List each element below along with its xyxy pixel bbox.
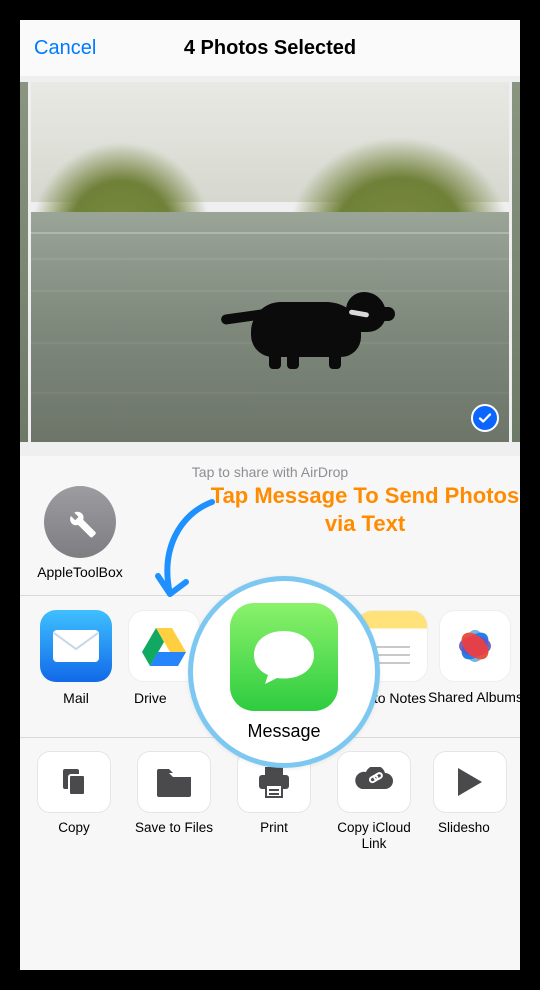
cloud-link-icon (338, 752, 410, 812)
message-label: Message (247, 721, 320, 742)
airdrop-contact-label: AppleToolBox (30, 564, 130, 580)
annotation-callout: Tap Message To Send Photos via Text (210, 482, 520, 537)
screen: Cancel 4 Photos Selected (20, 20, 520, 970)
folder-icon (138, 752, 210, 812)
photos-icon (439, 610, 511, 682)
action-slideshow[interactable]: Slidesho (424, 752, 516, 836)
action-label: Copy (24, 820, 124, 836)
photo-subject-dog (241, 277, 391, 372)
share-app-shared-albums[interactable]: Shared Albums (428, 610, 520, 705)
action-label: Copy iCloud Link (324, 820, 424, 851)
play-icon (434, 752, 506, 812)
airdrop-contact[interactable]: AppleToolBox (30, 486, 130, 580)
app-label: Shared Albums (428, 690, 520, 705)
photo-preview-strip[interactable] (20, 76, 520, 456)
action-save-to-files[interactable]: Save to Files (124, 752, 224, 836)
action-label: Print (224, 820, 324, 836)
wrench-icon (44, 486, 116, 558)
share-sheet-header: Cancel 4 Photos Selected (20, 20, 520, 76)
device-frame: Cancel 4 Photos Selected (0, 0, 540, 990)
cancel-button[interactable]: Cancel (34, 37, 96, 60)
selected-photo[interactable] (31, 82, 509, 442)
copy-icon (38, 752, 110, 812)
share-app-mail[interactable]: Mail (24, 610, 128, 706)
page-title: 4 Photos Selected (184, 37, 356, 60)
message-highlight[interactable]: Message (188, 576, 380, 768)
action-label: Save to Files (124, 820, 224, 836)
app-label: Drive (128, 690, 200, 706)
app-label: Mail (24, 690, 128, 706)
action-label: Slidesho (424, 820, 516, 836)
action-copy[interactable]: Copy (24, 752, 124, 836)
message-bubble-icon (230, 603, 338, 711)
next-photo-edge[interactable] (512, 82, 520, 442)
action-copy-icloud-link[interactable]: Copy iCloud Link (324, 752, 424, 851)
prev-photo-edge[interactable] (20, 82, 28, 442)
mail-icon (40, 610, 112, 682)
selected-check-icon[interactable] (471, 404, 499, 432)
